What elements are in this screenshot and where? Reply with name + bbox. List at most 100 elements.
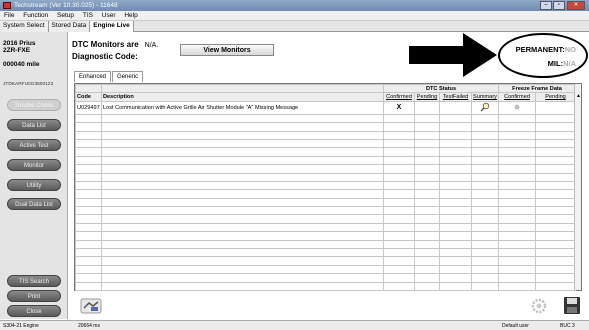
- dtc-monitors-value: N/A.: [144, 42, 159, 49]
- empty-table-row: [75, 122, 577, 132]
- column-pending[interactable]: Pending: [414, 92, 440, 102]
- column-ff-confirmed[interactable]: Confirmed: [498, 92, 537, 102]
- close-button[interactable]: Close: [7, 305, 61, 317]
- maximize-button[interactable]: ▫: [553, 1, 565, 10]
- diagnostic-code-label: Diagnostic Code:: [72, 52, 138, 61]
- status-system: S304-21 Engine: [3, 323, 39, 329]
- status-bar: S304-21 Engine 20664 ms Default user BUC…: [0, 320, 589, 330]
- column-confirmed[interactable]: Confirmed: [383, 92, 415, 102]
- monitor-button[interactable]: Monitor: [7, 159, 61, 171]
- empty-table-row: [75, 164, 577, 174]
- trouble-codes-button[interactable]: Trouble Codes: [7, 99, 61, 111]
- tab-system-select[interactable]: System Select: [0, 21, 49, 32]
- empty-table-row: [75, 273, 577, 283]
- empty-table-row: [75, 214, 577, 224]
- save-icon[interactable]: [563, 296, 581, 315]
- dtc-description: Lost Communication with Active Grille Ai…: [101, 100, 384, 115]
- window-title: Techstream (Ver 10.30.025) - 11648: [14, 2, 118, 9]
- empty-table-row: [75, 264, 577, 275]
- tis-search-button[interactable]: TIS Search: [7, 275, 61, 287]
- code-subtabs: Enhanced Generic: [74, 71, 144, 82]
- menu-setup[interactable]: Setup: [57, 12, 74, 19]
- empty-table-row: [75, 172, 577, 182]
- empty-table-row: [75, 281, 577, 292]
- column-testfailed[interactable]: TestFailed: [439, 92, 472, 102]
- column-description[interactable]: Description: [101, 92, 384, 102]
- empty-table-row: [75, 189, 577, 199]
- active-test-button[interactable]: Active Test: [7, 139, 61, 151]
- minimize-button[interactable]: –: [540, 1, 552, 10]
- ff-confirmed: [498, 100, 537, 115]
- empty-table-row: [75, 113, 577, 124]
- menu-tis[interactable]: TIS: [83, 12, 93, 19]
- mil-label: MIL:: [547, 59, 564, 68]
- permanent-value: NO: [564, 45, 576, 54]
- dtc-summary: [470, 100, 500, 115]
- subtab-enhanced[interactable]: Enhanced: [74, 71, 112, 82]
- empty-table-row: [75, 147, 577, 157]
- tab-stored-data[interactable]: Stored Data: [48, 21, 91, 32]
- empty-table-row: [75, 130, 577, 140]
- ff-pending: [535, 100, 577, 115]
- annotation-arrow-icon: [409, 33, 497, 77]
- empty-table-row: [75, 197, 577, 208]
- status-time: 20664 ms: [78, 323, 100, 329]
- magnifier-icon[interactable]: [480, 102, 490, 112]
- utility-button[interactable]: Utility: [7, 179, 61, 191]
- empty-table-row: [75, 222, 577, 233]
- empty-table-row: [75, 155, 577, 166]
- dtc-confirmed: X: [383, 100, 415, 115]
- vehicle-model: 2016 Prius: [3, 40, 36, 47]
- print-button[interactable]: Print: [7, 290, 61, 302]
- data-list-button[interactable]: Data List: [7, 119, 61, 131]
- empty-table-row: [75, 256, 577, 266]
- app-icon: [3, 2, 11, 9]
- menu-help[interactable]: Help: [124, 12, 137, 19]
- top-tabs: System Select Stored Data Engine Live: [0, 21, 589, 32]
- menu-user[interactable]: User: [102, 12, 116, 19]
- menu-file[interactable]: File: [4, 12, 14, 19]
- status-right: BUC 3: [560, 323, 575, 329]
- empty-table-row: [75, 248, 577, 258]
- empty-table-row: [75, 180, 577, 191]
- scroll-up-icon[interactable]: ▲: [575, 92, 582, 100]
- empty-table-row: [75, 206, 577, 216]
- dtc-pending: [414, 100, 440, 115]
- permanent-label: PERMANENT:: [515, 45, 565, 54]
- tab-engine-live[interactable]: Engine Live: [90, 21, 134, 32]
- column-ff-pending[interactable]: Pending: [535, 92, 577, 102]
- dual-data-list-button[interactable]: Dual Data List: [7, 198, 61, 210]
- freeze-frame-header: Freeze Frame Data: [498, 83, 577, 94]
- vehicle-vin: JTDKARFU0G3500123: [3, 82, 54, 87]
- settings-gear-icon[interactable]: [530, 297, 548, 315]
- dtc-header: DTC Monitors are N/A. Diagnostic Code:: [72, 40, 158, 61]
- close-window-button[interactable]: ✕: [567, 1, 585, 10]
- table-row[interactable]: U029497 Lost Communication with Active G…: [75, 100, 577, 115]
- empty-table-row: [75, 138, 577, 149]
- menu-function[interactable]: Function: [23, 12, 48, 19]
- empty-table-row: [75, 231, 577, 241]
- empty-table-row: [75, 239, 577, 250]
- dtc-testfailed: [439, 100, 472, 115]
- freeze-frame-dot-icon[interactable]: [514, 104, 520, 110]
- dtc-status-header: DTC Status: [382, 83, 500, 94]
- menu-bar: File Function Setup TIS User Help: [0, 11, 589, 21]
- handshake-icon[interactable]: [80, 296, 102, 316]
- window-title-bar: Techstream (Ver 10.30.025) - 11648 – ▫ ✕: [0, 0, 589, 11]
- view-monitors-button[interactable]: View Monitors: [180, 44, 274, 56]
- vehicle-engine: 2ZR-FXE: [3, 47, 31, 54]
- column-code[interactable]: Code: [75, 92, 102, 102]
- subtab-generic[interactable]: Generic: [112, 71, 144, 82]
- table-scrollbar[interactable]: ▲: [574, 84, 581, 290]
- dtc-monitors-line: DTC Monitors are N/A.: [72, 40, 158, 49]
- permanent-status-callout: PERMANENT:NO MIL:N/A: [498, 33, 588, 78]
- permanent-status: PERMANENT:NO: [516, 45, 576, 54]
- mil-value: N/A: [563, 59, 576, 68]
- column-summary[interactable]: Summary: [470, 92, 500, 102]
- dtc-code: U029497: [75, 100, 102, 115]
- dtc-monitors-label: DTC Monitors are: [72, 40, 139, 49]
- vehicle-mileage: 000040 mile: [3, 61, 40, 68]
- dtc-table: DTC Status Freeze Frame Data Code Descri…: [74, 83, 582, 292]
- sidebar: 2016 Prius 2ZR-FXE 000040 mile JTDKARFU0…: [0, 32, 68, 319]
- status-user: Default user: [502, 323, 529, 329]
